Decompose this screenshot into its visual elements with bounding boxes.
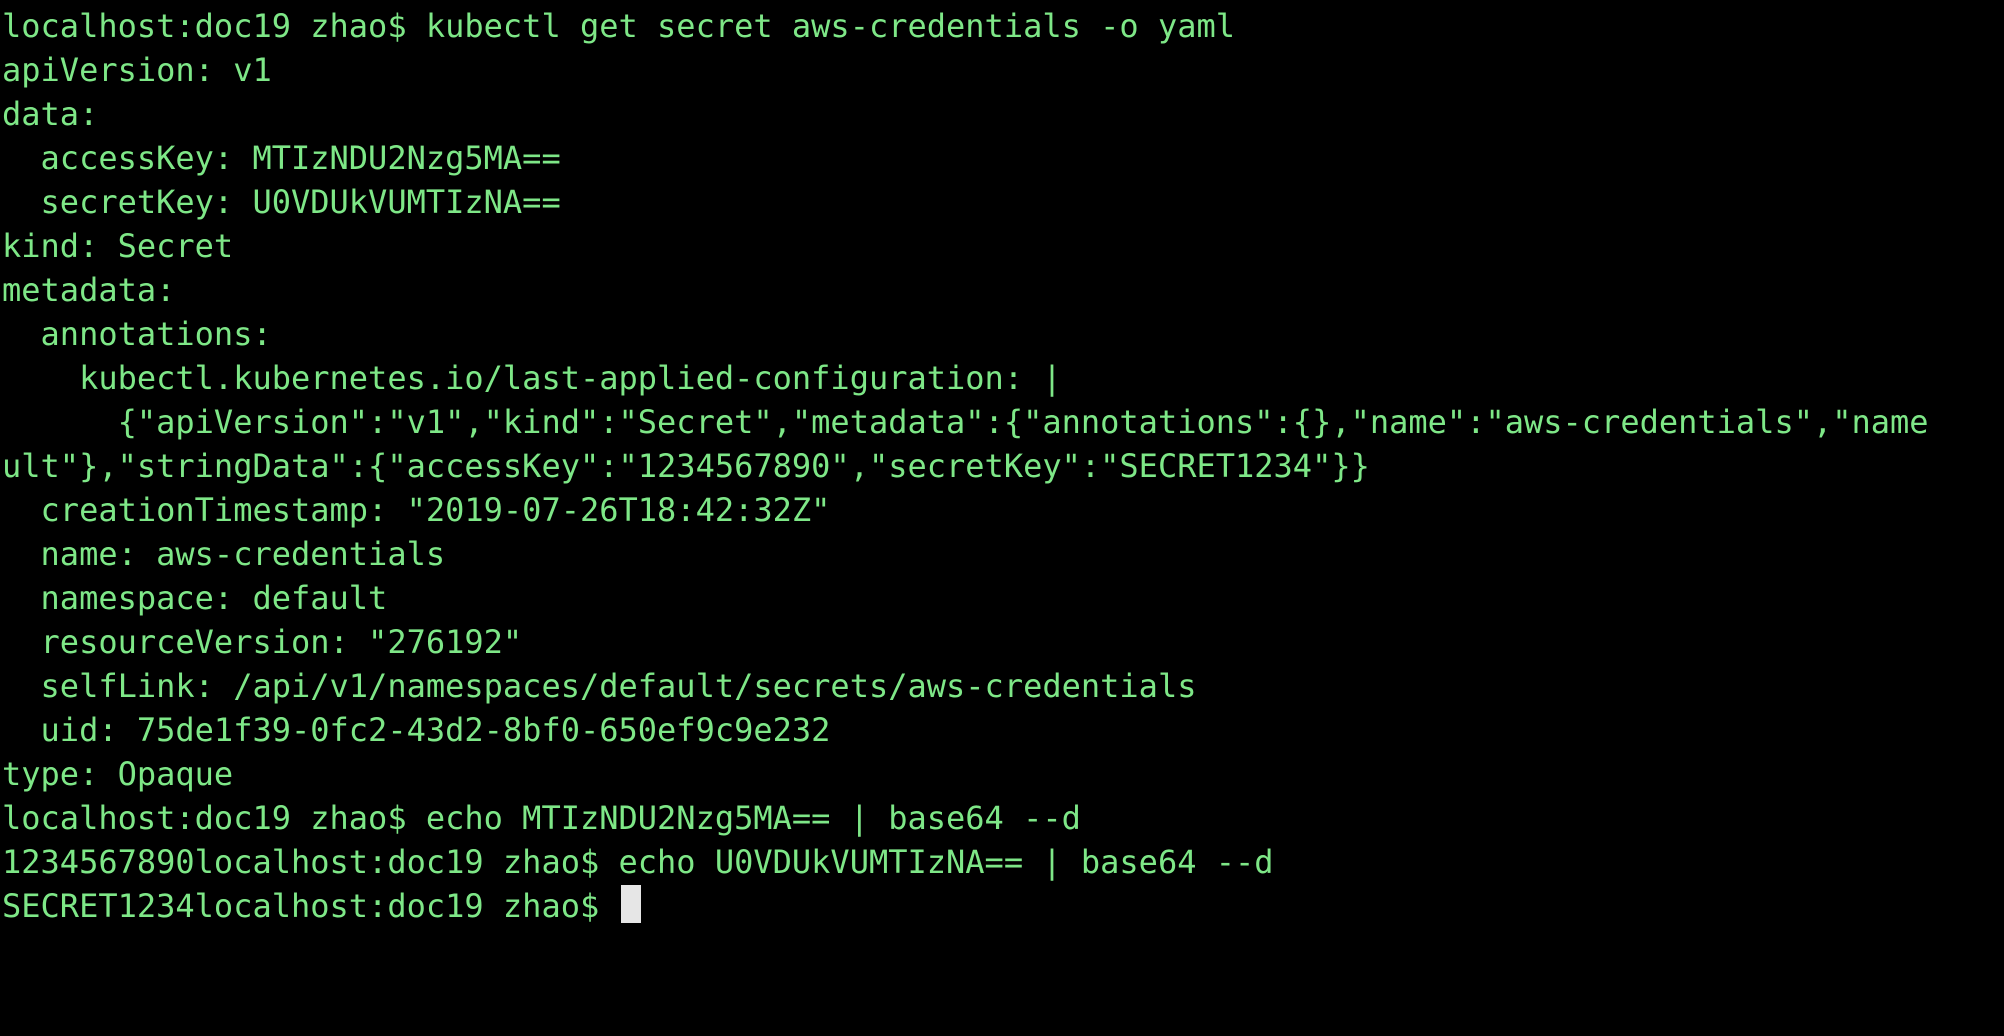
terminal-prompt-line[interactable]: SECRET1234localhost:doc19 zhao$ — [2, 884, 2002, 928]
terminal-output: localhost:doc19 zhao$ kubectl get secret… — [2, 4, 2002, 928]
terminal-line: kind: Secret — [2, 227, 234, 265]
terminal-line: kubectl.kubernetes.io/last-applied-confi… — [2, 359, 1062, 397]
terminal-line: localhost:doc19 zhao$ echo MTIzNDU2Nzg5M… — [2, 799, 1081, 837]
terminal-line: annotations: — [2, 315, 272, 353]
terminal-line: 1234567890localhost:doc19 zhao$ echo U0V… — [2, 843, 1274, 881]
terminal-line: resourceVersion: "276192" — [2, 623, 523, 661]
terminal-line: metadata: — [2, 271, 176, 309]
terminal-line: ult"},"stringData":{"accessKey":"1234567… — [2, 447, 1370, 485]
terminal-line: data: — [2, 95, 99, 133]
terminal-line: name: aws-credentials — [2, 535, 446, 573]
terminal-line: selfLink: /api/v1/namespaces/default/sec… — [2, 667, 1197, 705]
terminal-window[interactable]: localhost:doc19 zhao$ kubectl get secret… — [0, 0, 2004, 1036]
terminal-line: secretKey: U0VDUkVUMTIzNA== — [2, 183, 561, 221]
terminal-line: namespace: default — [2, 579, 388, 617]
terminal-line: apiVersion: v1 — [2, 51, 272, 89]
terminal-line: accessKey: MTIzNDU2Nzg5MA== — [2, 139, 561, 177]
terminal-cursor — [620, 885, 641, 923]
terminal-line: localhost:doc19 zhao$ kubectl get secret… — [2, 7, 1235, 45]
terminal-line: type: Opaque — [2, 755, 234, 793]
terminal-line: {"apiVersion":"v1","kind":"Secret","meta… — [2, 403, 1929, 441]
terminal-prompt: SECRET1234localhost:doc19 zhao$ — [2, 887, 619, 925]
terminal-line: creationTimestamp: "2019-07-26T18:42:32Z… — [2, 491, 831, 529]
terminal-line: uid: 75de1f39-0fc2-43d2-8bf0-650ef9c9e23… — [2, 711, 831, 749]
